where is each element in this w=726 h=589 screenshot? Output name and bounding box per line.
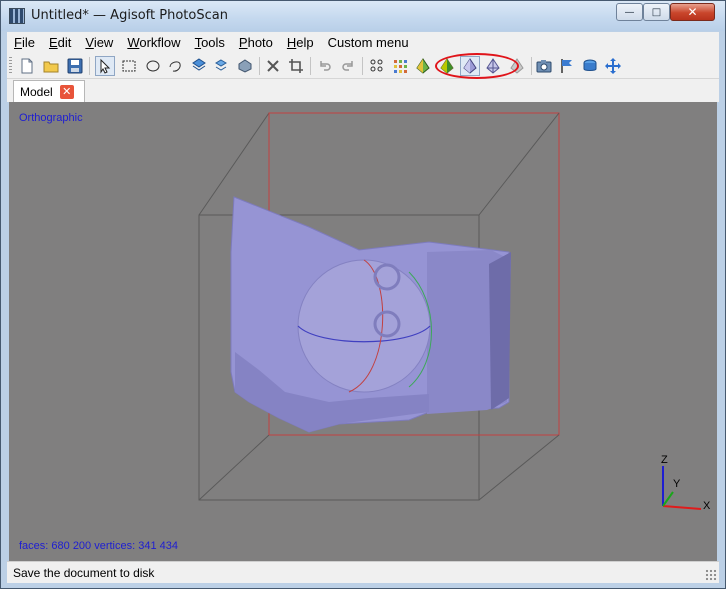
show-region-icon[interactable] <box>580 56 600 76</box>
dense-cloud-icon[interactable] <box>390 56 410 76</box>
save-icon[interactable] <box>65 56 85 76</box>
main-toolbar <box>7 53 719 79</box>
mesh-stats: faces: 680 200 vertices: 341 434 <box>19 540 178 552</box>
axis-z-label: Z <box>661 454 668 466</box>
redo-icon[interactable] <box>338 56 358 76</box>
menu-bar: File Edit View Workflow Tools Photo Help… <box>7 32 719 53</box>
menu-workflow-label: orkflow <box>139 35 181 50</box>
tab-model[interactable]: Model ✕ <box>13 80 85 102</box>
photoscan-app-icon[interactable] <box>9 8 25 24</box>
toolbar-separator <box>531 57 532 75</box>
tab-close-icon[interactable]: ✕ <box>59 84 74 99</box>
scene-render <box>198 112 560 501</box>
toolbar-separator <box>310 57 311 75</box>
delete-selection-icon[interactable] <box>263 56 283 76</box>
maximize-button[interactable]: □ <box>643 3 670 21</box>
open-folder-icon[interactable] <box>41 56 61 76</box>
window-title: Untitled* — Agisoft PhotoScan <box>31 8 228 23</box>
app-window: Untitled* — Agisoft PhotoScan — □ ✕ File… <box>0 0 726 589</box>
free-form-selection-icon[interactable] <box>165 56 185 76</box>
toolbar-grip[interactable] <box>9 57 12 75</box>
shaded-model-icon[interactable] <box>413 56 433 76</box>
circle-selection-icon[interactable] <box>143 56 163 76</box>
red-annotation-circle <box>435 53 519 79</box>
menu-file-label: ile <box>21 35 35 50</box>
toolbar-separator <box>89 57 90 75</box>
toolbar-separator <box>362 57 363 75</box>
undo-icon[interactable] <box>315 56 335 76</box>
menu-help-label: elp <box>296 35 314 50</box>
resize-region-icon[interactable] <box>189 56 209 76</box>
move-object-icon[interactable] <box>603 56 623 76</box>
menu-file[interactable]: File <box>7 35 42 50</box>
menu-view[interactable]: View <box>78 35 120 50</box>
menu-tools-label: ools <box>201 35 225 50</box>
minimize-button[interactable]: — <box>616 3 643 21</box>
resize-grip[interactable] <box>705 569 717 581</box>
menu-help[interactable]: Help <box>280 35 321 50</box>
tab-bar: Model ✕ <box>7 79 719 102</box>
navigation-pointer-icon[interactable] <box>95 56 115 76</box>
close-button[interactable]: ✕ <box>670 3 715 21</box>
rectangle-selection-icon[interactable] <box>119 56 139 76</box>
point-cloud-icon[interactable] <box>367 56 387 76</box>
projection-label: Orthographic <box>19 112 83 124</box>
new-document-icon[interactable] <box>17 56 37 76</box>
move-region-icon[interactable] <box>211 56 231 76</box>
menu-photo-label: hoto <box>247 35 273 50</box>
menu-workflow[interactable]: Workflow <box>120 35 187 50</box>
show-cameras-icon[interactable] <box>534 56 554 76</box>
status-bar: Save the document to disk <box>7 561 719 583</box>
menu-custom[interactable]: Custom menu <box>321 35 416 50</box>
axis-y-label: Y <box>673 478 681 490</box>
tab-model-label: Model <box>20 84 53 99</box>
model-viewport[interactable]: Orthographic faces: 680 200 vertices: 34… <box>9 102 717 561</box>
menu-tools[interactable]: Tools <box>188 35 232 50</box>
axis-x-label: X <box>703 500 711 512</box>
rotate-region-icon[interactable] <box>235 56 255 76</box>
status-text: Save the document to disk <box>13 565 155 580</box>
crop-selection-icon[interactable] <box>286 56 306 76</box>
show-markers-icon[interactable] <box>557 56 577 76</box>
mesh-model <box>230 196 511 433</box>
toolbar-separator <box>259 57 260 75</box>
menu-view-label: iew <box>93 35 114 50</box>
menu-edit-label: dit <box>57 35 72 50</box>
menu-photo[interactable]: Photo <box>232 35 280 50</box>
title-bar[interactable]: Untitled* — Agisoft PhotoScan — □ ✕ <box>1 1 725 31</box>
menu-edit[interactable]: Edit <box>42 35 78 50</box>
